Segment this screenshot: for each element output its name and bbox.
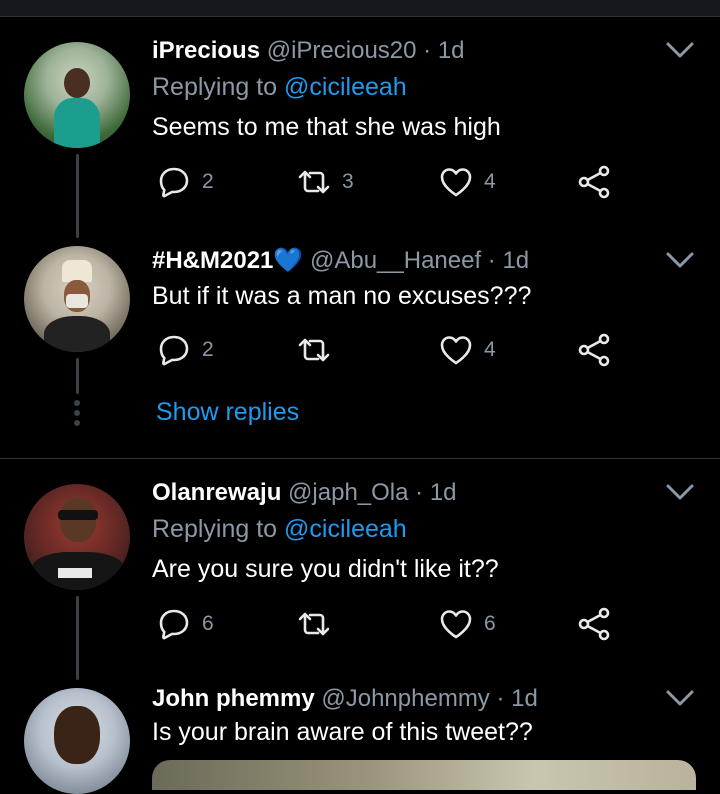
thread-line [76,596,79,680]
tweet-text: Is your brain aware of this tweet?? [152,718,533,746]
blue-heart-emoji: 💙 [273,247,304,274]
like-button[interactable]: 4 [438,330,496,370]
thread-line [76,154,79,238]
replying-to: Replying to @cicileeah [152,514,407,544]
username[interactable]: @iPrecious20 [267,37,417,64]
retweet-icon [298,338,330,362]
like-count: 4 [484,170,496,193]
replying-to: Replying to @cicileeah [152,72,407,102]
like-icon [440,610,472,639]
reply-icon [159,167,189,198]
show-replies-link[interactable]: Show replies [156,398,299,427]
username[interactable]: @Johnphemmy [321,685,489,712]
timestamp[interactable]: · 1d [488,247,529,274]
like-icon [440,168,472,197]
tweet-actions: 2 4 [152,330,632,370]
reply-icon [159,609,189,640]
tweet-header: iPrecious @iPrecious20 · 1d [152,36,465,66]
tweet-actions: 2 3 4 [152,162,632,202]
display-name[interactable]: John phemmy [152,685,315,712]
reply-button[interactable]: 2 [156,330,214,370]
like-icon [440,336,472,365]
tweet-text: Are you sure you didn't like it?? [152,555,499,583]
like-button[interactable]: 4 [438,162,496,202]
chevron-down-icon[interactable] [664,480,696,504]
reply-count: 2 [202,170,214,193]
timestamp[interactable]: · 1d [496,685,537,712]
mention-link[interactable]: @cicileeah [284,73,407,101]
like-count: 6 [484,612,496,635]
tweet-text: Seems to me that she was high [152,113,501,141]
like-button[interactable]: 6 [438,604,496,644]
tweet-media-image[interactable] [152,760,696,790]
retweet-button[interactable]: 3 [296,162,354,202]
avatar[interactable] [24,42,130,148]
share-icon [578,607,610,641]
retweet-count: 3 [342,170,354,193]
share-icon [578,165,610,199]
reply-count: 2 [202,338,214,361]
replying-to-label: Replying to [152,73,278,101]
tweet-actions: 6 6 [152,604,632,644]
retweet-button[interactable] [296,330,342,370]
timestamp[interactable]: · 1d [423,37,464,64]
avatar[interactable] [24,688,130,794]
share-button[interactable] [576,604,612,644]
username[interactable]: @Abu__Haneef [310,247,481,274]
thread-line [76,358,79,394]
share-icon [578,333,610,367]
tweet-text: But if it was a man no excuses??? [152,282,532,310]
chevron-down-icon[interactable] [664,248,696,272]
reply-button[interactable]: 2 [156,162,214,202]
display-name[interactable]: iPrecious [152,37,260,64]
retweet-icon [298,612,330,636]
reply-icon [159,335,189,366]
like-count: 4 [484,338,496,361]
retweet-icon [298,170,330,194]
timestamp[interactable]: · 1d [415,479,456,506]
share-button[interactable] [576,162,612,202]
reply-button[interactable]: 6 [156,604,214,644]
top-bar [0,0,720,17]
mention-link[interactable]: @cicileeah [284,515,407,543]
avatar[interactable] [24,484,130,590]
replying-to-label: Replying to [152,515,278,543]
reply-count: 6 [202,612,214,635]
retweet-button[interactable] [296,604,342,644]
avatar[interactable] [24,246,130,352]
display-name[interactable]: Olanrewaju [152,479,281,506]
chevron-down-icon[interactable] [664,686,696,710]
share-button[interactable] [576,330,612,370]
tweet-header: John phemmy @Johnphemmy · 1d [152,684,538,714]
tweet-header: Olanrewaju @japh_Ola · 1d [152,478,457,508]
display-name[interactable]: #H&M2021 [152,247,273,274]
thread-continuation-dots [74,400,82,430]
tweet-header: #H&M2021💙 @Abu__Haneef · 1d [152,246,529,276]
username[interactable]: @japh_Ola [288,479,408,506]
chevron-down-icon[interactable] [664,38,696,62]
thread-divider [0,458,720,459]
